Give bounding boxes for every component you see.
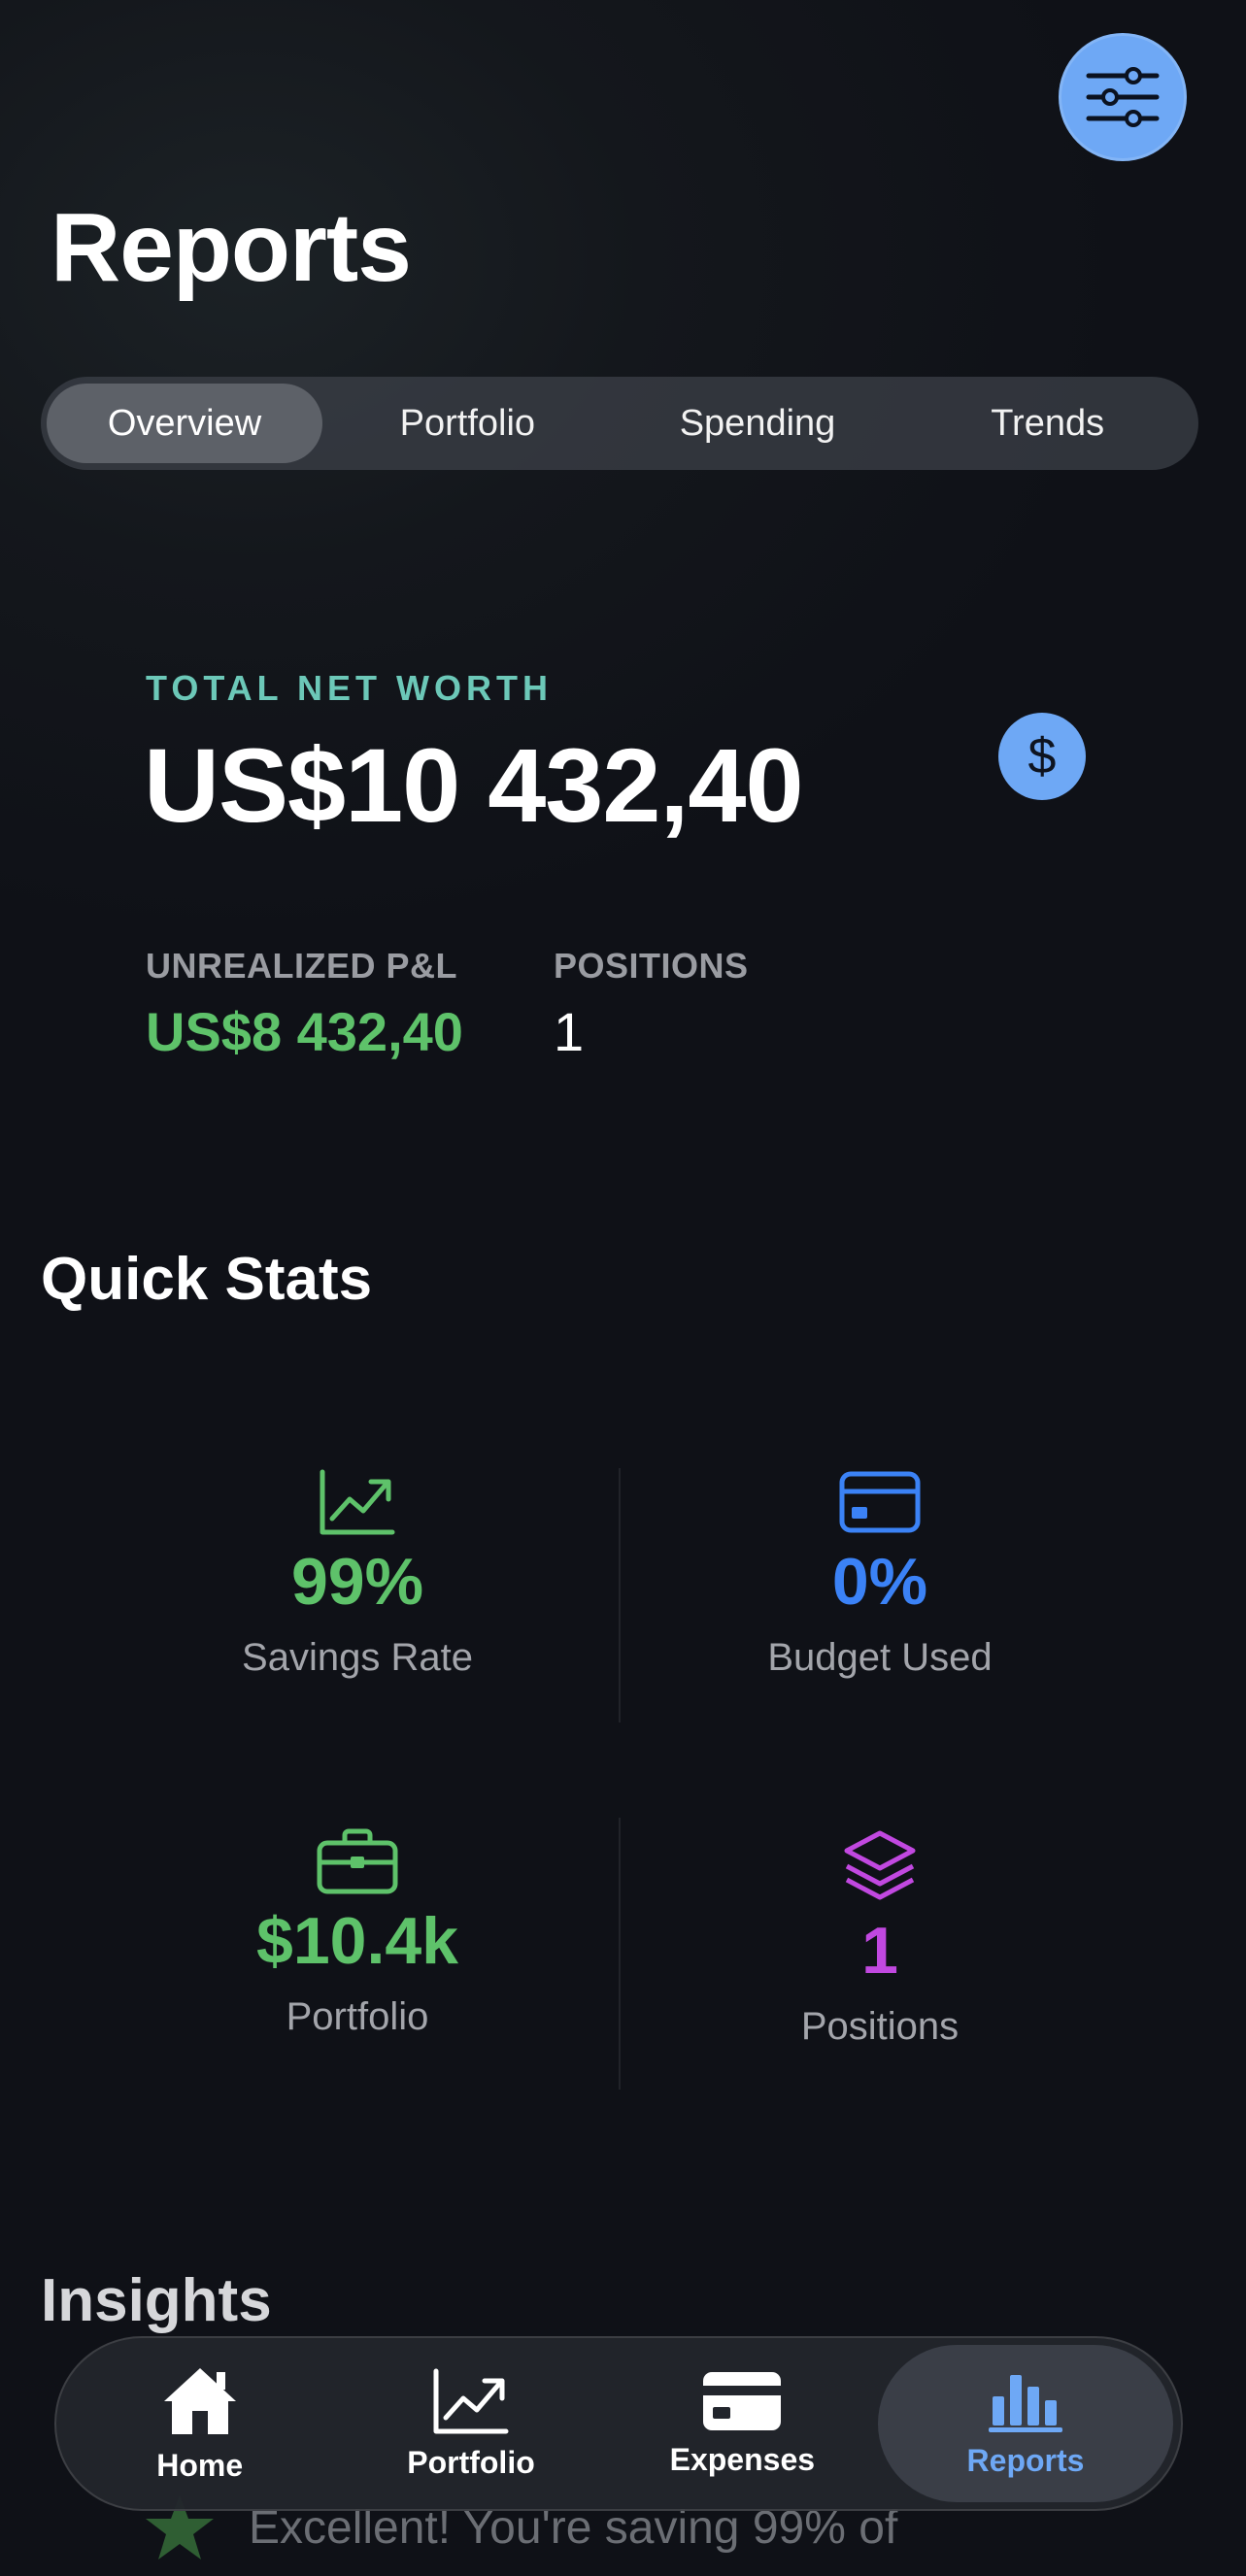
quick-stats-title: Quick Stats	[41, 1246, 373, 1313]
positions-value: 1	[554, 1001, 585, 1062]
chart-line-icon	[433, 2368, 509, 2433]
stat-portfolio: $10.4k Portfolio	[153, 1827, 561, 2039]
stats-divider	[619, 1818, 621, 2090]
tab-overview[interactable]: Overview	[47, 384, 322, 463]
unrealized-pnl-value: US$8 432,40	[146, 1001, 463, 1062]
net-worth-value: US$10 432,40	[144, 726, 804, 844]
stat-value: 99%	[290, 1545, 424, 1619]
nav-label: Portfolio	[407, 2444, 535, 2480]
net-worth-label: TOTAL NET WORTH	[146, 668, 553, 708]
dollar-icon: $	[998, 713, 1086, 800]
page-title: Reports	[51, 193, 412, 302]
nav-label: Expenses	[669, 2441, 816, 2477]
stat-savings-rate: 99% Savings Rate	[153, 1468, 561, 1680]
tab-spending[interactable]: Spending	[613, 384, 903, 463]
briefcase-icon	[317, 1828, 398, 1894]
stat-label: Positions	[800, 2004, 960, 2048]
tab-portfolio[interactable]: Portfolio	[322, 384, 613, 463]
filter-button[interactable]	[1059, 33, 1187, 161]
stats-divider	[619, 1468, 621, 1723]
credit-card-icon	[703, 2371, 782, 2430]
nav-reports[interactable]: Reports	[877, 2345, 1173, 2502]
layers-icon	[844, 1830, 916, 1900]
nav-label: Reports	[966, 2442, 1085, 2478]
stat-value: $10.4k	[256, 1904, 458, 1978]
nav-home[interactable]: Home	[64, 2345, 335, 2502]
sliders-icon	[1086, 67, 1160, 127]
stat-positions: 1 Positions	[676, 1827, 1084, 2049]
chart-line-icon	[320, 1469, 395, 1535]
bottom-nav: Home Portfolio Expenses Reports	[54, 2336, 1183, 2511]
stat-value: 0%	[831, 1545, 928, 1619]
bar-chart-icon	[988, 2374, 1062, 2432]
stat-label: Savings Rate	[242, 1635, 473, 1679]
positions-label: POSITIONS	[554, 946, 749, 986]
nav-portfolio[interactable]: Portfolio	[335, 2345, 606, 2502]
stat-label: Portfolio	[286, 1994, 429, 2038]
tab-trends[interactable]: Trends	[902, 384, 1193, 463]
insights-title: Insights	[41, 2267, 272, 2334]
nav-expenses[interactable]: Expenses	[607, 2345, 878, 2502]
credit-card-icon	[839, 1471, 921, 1533]
unrealized-pnl-label: UNREALIZED P&L	[146, 946, 457, 986]
stat-budget-used: 0% Budget Used	[676, 1468, 1084, 1680]
nav-label: Home	[156, 2447, 244, 2483]
stat-value: 1	[861, 1914, 898, 1988]
segmented-tabs: Overview Portfolio Spending Trends	[41, 377, 1198, 470]
stat-label: Budget Used	[767, 1635, 993, 1679]
home-icon	[163, 2367, 236, 2434]
